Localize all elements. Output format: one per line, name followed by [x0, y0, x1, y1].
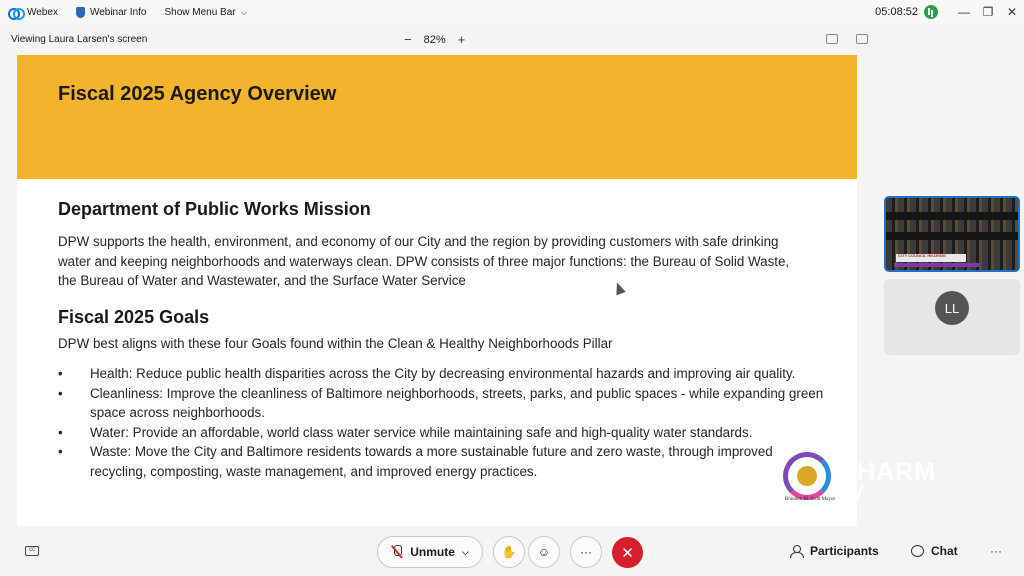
shield-icon — [75, 6, 85, 18]
goals-heading: Fiscal 2025 Goals — [58, 307, 210, 327]
zoom-controls: − 82% + — [404, 32, 465, 47]
chat-bubble-icon — [911, 545, 924, 557]
watermark-caption: Brandon M. Scott Mayor — [784, 497, 836, 502]
webinar-info-label: Webinar Info — [89, 6, 147, 18]
mic-muted-icon — [391, 545, 403, 559]
watermark-tv: TV — [838, 482, 864, 504]
app-menu[interactable]: Webex — [8, 6, 58, 20]
video-banner-label: CITY COUNCIL HEARING — [898, 253, 946, 258]
goal-cleanliness: Cleanliness: Improve the cleanliness of … — [58, 384, 828, 423]
restore-button[interactable]: ❐ — [976, 5, 1000, 19]
webinar-info-button[interactable]: Webinar Info — [75, 6, 147, 18]
chat-label: Chat — [931, 544, 958, 558]
minimize-button[interactable]: — — [952, 5, 976, 19]
closed-captions-icon[interactable]: cc — [25, 546, 39, 556]
meeting-clock: 05:08:52 — [875, 6, 918, 18]
smiley-icon: ☺ — [537, 545, 551, 559]
goals-list: Health: Reduce public health disparities… — [58, 364, 828, 481]
viewing-label: Viewing Laura Larsen's screen — [11, 34, 148, 45]
goal-health: Health: Reduce public health disparities… — [58, 364, 828, 384]
mission-text: DPW supports the health, environment, an… — [58, 234, 790, 288]
raise-hand-button[interactable]: ✋ — [493, 536, 525, 568]
chevron-down-icon: ⌵ — [240, 6, 248, 17]
more-options-button[interactable]: ··· — [570, 536, 602, 568]
participants-button[interactable]: Participants — [790, 544, 879, 558]
hand-icon: ✋ — [501, 545, 517, 559]
chat-button[interactable]: Chat — [911, 544, 958, 558]
show-menu-bar-button[interactable]: Show Menu Bar ⌵ — [164, 7, 247, 18]
webex-logo-icon — [8, 7, 25, 20]
avatar: LL — [935, 291, 969, 325]
chevron-down-icon[interactable]: ⌵ — [462, 547, 469, 558]
participants-label: Participants — [810, 544, 879, 558]
mission-heading: Department of Public Works Mission — [58, 199, 371, 219]
slide-title: Fiscal 2025 Agency Overview — [58, 83, 337, 105]
zoom-out-button[interactable]: − — [404, 32, 412, 47]
shared-slide: Fiscal 2025 Agency Overview Department o… — [17, 55, 857, 526]
window-titlebar: Webex Webinar Info Show Menu Bar ⌵ 05:08… — [0, 0, 1024, 24]
close-window-button[interactable]: ✕ — [1000, 5, 1024, 19]
reactions-button[interactable]: ☺ — [528, 536, 560, 568]
goal-waste: Waste: Move the City and Baltimore resid… — [58, 442, 828, 481]
share-viewbar: Viewing Laura Larsen's screen − 82% + — [0, 28, 1024, 52]
unmute-label: Unmute — [410, 545, 455, 559]
goal-water: Water: Provide an affordable, world clas… — [58, 423, 828, 443]
goals-intro: DPW best aligns with these four Goals fo… — [58, 336, 613, 351]
panel-overflow-button[interactable]: ··· — [990, 544, 1002, 558]
show-menu-bar-label: Show Menu Bar — [164, 6, 236, 18]
unmute-button[interactable]: Unmute ⌵ — [377, 536, 483, 568]
close-icon: ✕ — [621, 544, 634, 562]
active-speaker-video-tile[interactable]: CITY COUNCIL HEARING — [884, 196, 1020, 272]
ellipsis-icon: ··· — [580, 545, 592, 559]
annotate-icon[interactable] — [826, 34, 838, 44]
meeting-controls-bar: cc Unmute ⌵ ✋ ☺ ··· ✕ Participants Chat … — [0, 530, 1024, 576]
leave-meeting-button[interactable]: ✕ — [612, 537, 643, 568]
pop-out-icon[interactable] — [856, 34, 868, 44]
slide-header-band: Fiscal 2025 Agency Overview — [17, 55, 857, 179]
participant-tile-ll[interactable]: LL — [884, 279, 1020, 355]
network-status-icon[interactable] — [924, 5, 938, 19]
zoom-level: 82% — [423, 33, 446, 46]
people-icon — [790, 545, 804, 558]
app-name: Webex — [27, 6, 58, 18]
zoom-in-button[interactable]: + — [458, 32, 466, 47]
